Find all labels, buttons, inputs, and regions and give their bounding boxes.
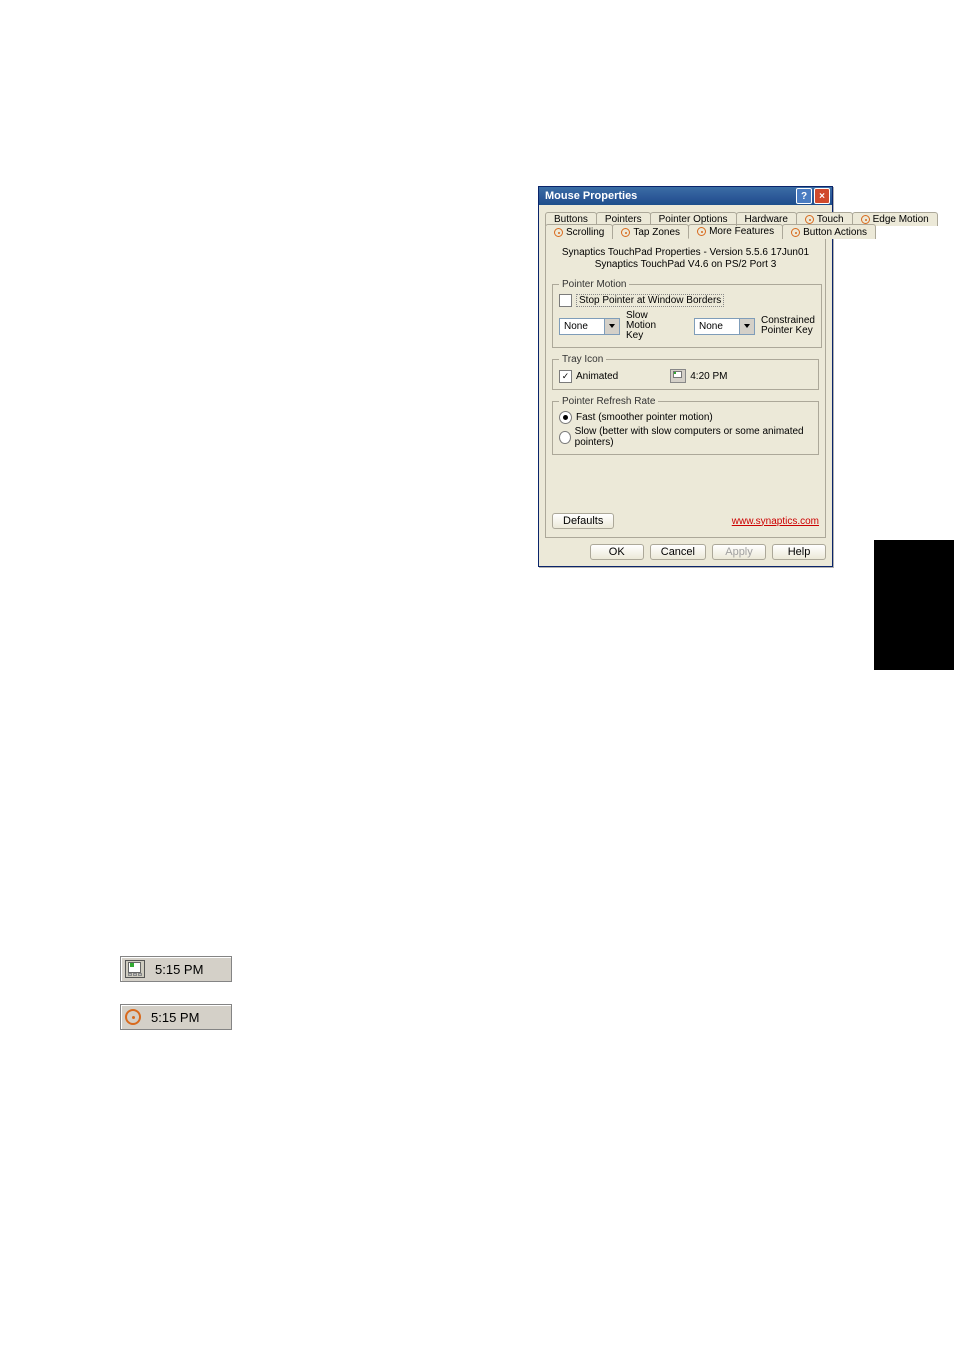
tray-preview-time: 4:20 PM [690, 371, 727, 382]
group-refresh-rate: Pointer Refresh Rate Fast (smoother poin… [552, 396, 819, 455]
tray-example-synaptics: 5:15 PM [120, 1004, 232, 1030]
checkbox-animated[interactable]: ✓ [559, 370, 572, 383]
row-hotkeys: None Slow Motion Key None Constrained [559, 311, 815, 341]
titlebar[interactable]: Mouse Properties ? × [539, 187, 832, 205]
tray-example-touchpad: 5:15 PM [120, 956, 232, 982]
synaptics-link[interactable]: www.synaptics.com [732, 516, 819, 527]
tray-time-2: 5:15 PM [151, 1010, 199, 1025]
touchpad-tray-icon [125, 960, 145, 978]
synaptics-icon [621, 228, 630, 237]
label-constrained-pointer-key: Constrained Pointer Key [761, 316, 815, 336]
synaptics-icon [791, 228, 800, 237]
apply-button[interactable]: Apply [712, 544, 766, 560]
label-stop-pointer: Stop Pointer at Window Borders [576, 294, 724, 307]
legend-pointer-motion: Pointer Motion [559, 279, 629, 290]
driver-info: Synaptics TouchPad Properties - Version … [552, 247, 819, 271]
defaults-button[interactable]: Defaults [552, 513, 614, 529]
tab-button-actions[interactable]: Button Actions [782, 224, 876, 239]
tab-tap-zones[interactable]: Tap Zones [612, 224, 689, 239]
group-pointer-motion: Pointer Motion Stop Pointer at Window Bo… [552, 279, 822, 348]
dropdown-slow-motion-key[interactable]: None [559, 318, 620, 335]
ok-button[interactable]: OK [590, 544, 644, 560]
row-stop-pointer: Stop Pointer at Window Borders [559, 294, 815, 307]
row-fast: Fast (smoother pointer motion) [559, 411, 812, 424]
radio-fast[interactable] [559, 411, 572, 424]
tabs-area: Buttons Pointers Pointer Options Hardwar… [539, 205, 832, 538]
label-slow-motion-key: Slow Motion Key [626, 311, 663, 341]
synaptics-icon [697, 227, 706, 236]
chevron-down-icon [604, 319, 619, 334]
synaptics-tray-icon [125, 1009, 141, 1025]
dropdown-constrained-pointer-key[interactable]: None [694, 318, 755, 335]
tray-time-1: 5:15 PM [155, 962, 203, 977]
window-title: Mouse Properties [545, 190, 794, 202]
label-slow: Slow (better with slow computers or some… [575, 426, 812, 448]
tray-preview-icon [670, 369, 686, 383]
side-thumb-tab [874, 540, 954, 670]
synaptics-icon [805, 215, 814, 224]
help-icon[interactable]: ? [796, 188, 812, 204]
help-button[interactable]: Help [772, 544, 826, 560]
checkbox-stop-pointer[interactable] [559, 294, 572, 307]
legend-refresh-rate: Pointer Refresh Rate [559, 396, 658, 407]
label-animated: Animated [576, 371, 618, 382]
synaptics-icon [554, 228, 563, 237]
tab-row-2: Scrolling Tap Zones More Features Button… [545, 224, 826, 239]
radio-slow[interactable] [559, 431, 571, 444]
group-tray-icon: Tray Icon ✓ Animated 4:20 PM [552, 354, 819, 390]
synaptics-icon [861, 215, 870, 224]
close-icon[interactable]: × [814, 188, 830, 204]
row-slow: Slow (better with slow computers or some… [559, 426, 812, 448]
dialog-buttons: OK Cancel Apply Help [539, 538, 832, 566]
mouse-properties-dialog: Mouse Properties ? × Buttons Pointers Po… [538, 186, 833, 567]
row-animated: ✓ Animated 4:20 PM [559, 369, 812, 383]
tab-more-features[interactable]: More Features [688, 224, 783, 239]
defaults-row: Defaults www.synaptics.com [552, 513, 819, 529]
cancel-button[interactable]: Cancel [650, 544, 706, 560]
tab-scrolling[interactable]: Scrolling [545, 224, 613, 239]
legend-tray-icon: Tray Icon [559, 354, 606, 365]
chevron-down-icon [739, 319, 754, 334]
tab-panel-more-features: Synaptics TouchPad Properties - Version … [545, 238, 826, 538]
label-fast: Fast (smoother pointer motion) [576, 412, 713, 423]
tab-row-1: Buttons Pointers Pointer Options Hardwar… [545, 211, 826, 225]
